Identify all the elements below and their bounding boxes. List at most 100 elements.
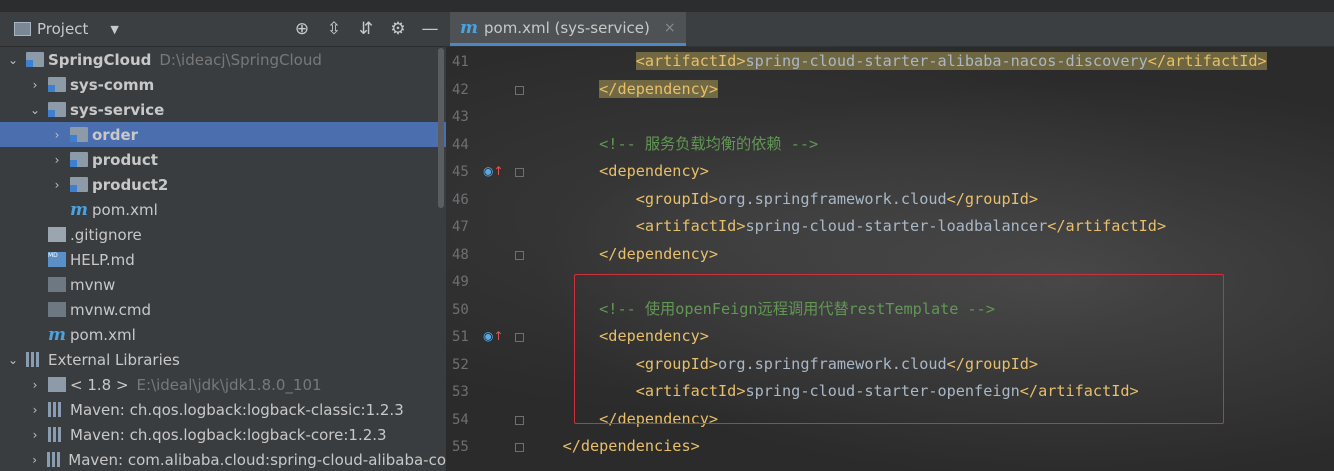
tree-item[interactable]: m pom.xml <box>0 322 446 347</box>
fold-marker-icon[interactable] <box>515 415 524 425</box>
tree-item-label: sys-service <box>70 100 165 119</box>
code-line: </dependencies> <box>526 433 700 460</box>
project-title: Project <box>37 20 89 38</box>
line-number: 41 <box>452 54 469 70</box>
annotation-red-box <box>574 274 1224 424</box>
project-toolbar: ⊕ ⇳ ⇵ ⚙ — <box>286 16 446 42</box>
tree-item-label: order <box>92 125 139 144</box>
chevron-right-icon[interactable]: › <box>28 403 42 417</box>
line-number: 44 <box>452 136 469 153</box>
tree-item[interactable]: m pom.xml <box>0 197 446 222</box>
override-up-icon[interactable]: ◉↑ <box>483 164 504 178</box>
chevron-down-icon[interactable]: ▼ <box>110 23 118 36</box>
fold-marker-icon[interactable] <box>515 333 524 342</box>
fold-marker-icon[interactable] <box>515 443 524 452</box>
tree-item-label: pom.xml <box>70 325 136 344</box>
tree-item-label: Maven: com.alibaba.cloud:spring-cloud-al… <box>68 450 446 469</box>
editor-tab-bar: m pom.xml (sys-service) × <box>446 12 1334 47</box>
tree-item[interactable]: .gitignore <box>0 222 446 247</box>
chevron-right-icon[interactable]: › <box>50 178 64 192</box>
tree-item-path: E:\ideal\jdk\jdk1.8.0_101 <box>136 375 322 394</box>
tree-item-label: SpringCloud <box>48 50 152 69</box>
tree-item[interactable]: ⌄ SpringCloud D:\ideacj\SpringCloud <box>0 47 446 72</box>
tree-item-label: .gitignore <box>70 225 142 244</box>
code-line: <dependency> <box>526 158 709 185</box>
tree-item[interactable]: mvnw <box>0 272 446 297</box>
chevron-right-icon[interactable]: › <box>28 428 42 442</box>
shell-file-icon <box>48 277 66 292</box>
tree-item[interactable]: ⌄ External Libraries <box>0 347 446 372</box>
project-icon <box>14 22 31 36</box>
xml-tag: </dependency> <box>599 79 719 98</box>
tree-item-label: product <box>92 150 158 169</box>
project-view-selector[interactable]: Project ▼ <box>14 20 119 38</box>
chevron-right-icon[interactable]: › <box>50 153 64 167</box>
line-number: 52 <box>452 356 469 373</box>
line-number: 55 <box>452 439 469 455</box>
xml-tag: <groupId> <box>635 189 719 208</box>
chevron-right-icon[interactable]: › <box>50 128 64 142</box>
fold-marker-icon[interactable] <box>515 85 524 95</box>
tree-item-label: pom.xml <box>92 200 158 219</box>
code-line: <!-- 服务负载均衡的依赖 --> <box>526 131 818 158</box>
fold-marker-icon[interactable] <box>515 250 524 260</box>
line-number: 45 <box>452 164 469 180</box>
maven-file-icon: m <box>460 17 478 38</box>
editor-gutter: 41 42 43 44 45 ◉↑ 46 47 48 49 50 51 ◉↑ 52 53 54 55 <box>446 46 526 471</box>
tree-item[interactable]: ⌄ sys-service <box>0 97 446 122</box>
tree-item[interactable]: › Maven: ch.qos.logback:logback-core:1.2.… <box>0 422 446 447</box>
close-icon[interactable]: × <box>664 20 676 36</box>
tree-item-label: mvnw.cmd <box>70 300 152 319</box>
shell-file-icon <box>48 302 66 317</box>
library-jar-icon <box>48 427 66 442</box>
tree-item[interactable]: › Maven: com.alibaba.cloud:spring-cloud-a… <box>0 447 446 471</box>
tree-item[interactable]: MD HELP.md <box>0 247 446 272</box>
maven-file-icon: m <box>70 199 88 220</box>
project-panel: Project ▼ ⊕ ⇳ ⇵ ⚙ — ⌄ SpringCloud D:\ideac… <box>0 12 446 471</box>
xml-tag: </artifactId> <box>1147 52 1267 70</box>
locate-icon[interactable]: ⊕ <box>286 16 318 42</box>
chevron-right-icon[interactable]: › <box>28 453 41 467</box>
tree-item[interactable]: mvnw.cmd <box>0 297 446 322</box>
xml-tag: </groupId> <box>946 189 1039 208</box>
expand-all-icon[interactable]: ⇳ <box>318 16 350 42</box>
module-folder-icon <box>70 177 88 192</box>
project-panel-header: Project ▼ ⊕ ⇳ ⇵ ⚙ — <box>0 12 446 47</box>
line-number: 53 <box>452 384 469 400</box>
tree-item[interactable]: › product2 <box>0 172 446 197</box>
xml-tag: <artifactId> <box>635 217 746 235</box>
module-folder-icon <box>26 52 44 67</box>
chevron-down-icon[interactable]: ⌄ <box>6 53 20 67</box>
chevron-right-icon[interactable]: › <box>28 378 42 392</box>
module-folder-icon <box>70 152 88 167</box>
tree-item-label: < 1.8 > <box>70 375 129 394</box>
xml-tag: </dependency> <box>599 244 719 263</box>
code-line: </dependency> <box>526 75 719 103</box>
library-jar-icon <box>47 452 65 467</box>
tree-item[interactable]: › product <box>0 147 446 172</box>
line-number: 51 <box>452 329 469 345</box>
chevron-down-icon[interactable]: ⌄ <box>28 103 42 117</box>
tab-label: pom.xml (sys-service) <box>484 18 650 37</box>
tree-item[interactable]: › sys-comm <box>0 72 446 97</box>
xml-tag: <dependency> <box>599 162 709 180</box>
tree-item[interactable]: › Maven: ch.qos.logback:logback-classic:1… <box>0 397 446 422</box>
gear-icon[interactable]: ⚙ <box>382 16 414 42</box>
minimize-icon[interactable]: — <box>414 16 446 42</box>
tab-pom-xml[interactable]: m pom.xml (sys-service) × <box>450 12 686 46</box>
tree-item-path: D:\ideacj\SpringCloud <box>159 50 322 69</box>
code-line: <artifactId>spring-cloud-starter-loadbal… <box>526 213 1166 240</box>
tree-item-label: product2 <box>92 175 169 194</box>
override-up-icon[interactable]: ◉↑ <box>483 329 504 343</box>
chevron-right-icon[interactable]: › <box>28 78 42 92</box>
module-folder-icon <box>48 77 66 92</box>
tree-item[interactable]: › < 1.8 > E:\ideal\jdk\jdk1.8.0_101 <box>0 372 446 397</box>
markdown-file-icon: MD <box>48 252 66 267</box>
tree-item[interactable]: › order <box>0 122 446 147</box>
fold-marker-icon[interactable] <box>515 168 524 177</box>
collapse-all-icon[interactable]: ⇵ <box>350 16 382 42</box>
project-scrollbar[interactable] <box>438 48 444 208</box>
module-folder-icon <box>70 127 88 142</box>
xml-text: spring-cloud-starter-alibaba-nacos-disco… <box>745 52 1148 70</box>
chevron-down-icon[interactable]: ⌄ <box>6 353 20 367</box>
